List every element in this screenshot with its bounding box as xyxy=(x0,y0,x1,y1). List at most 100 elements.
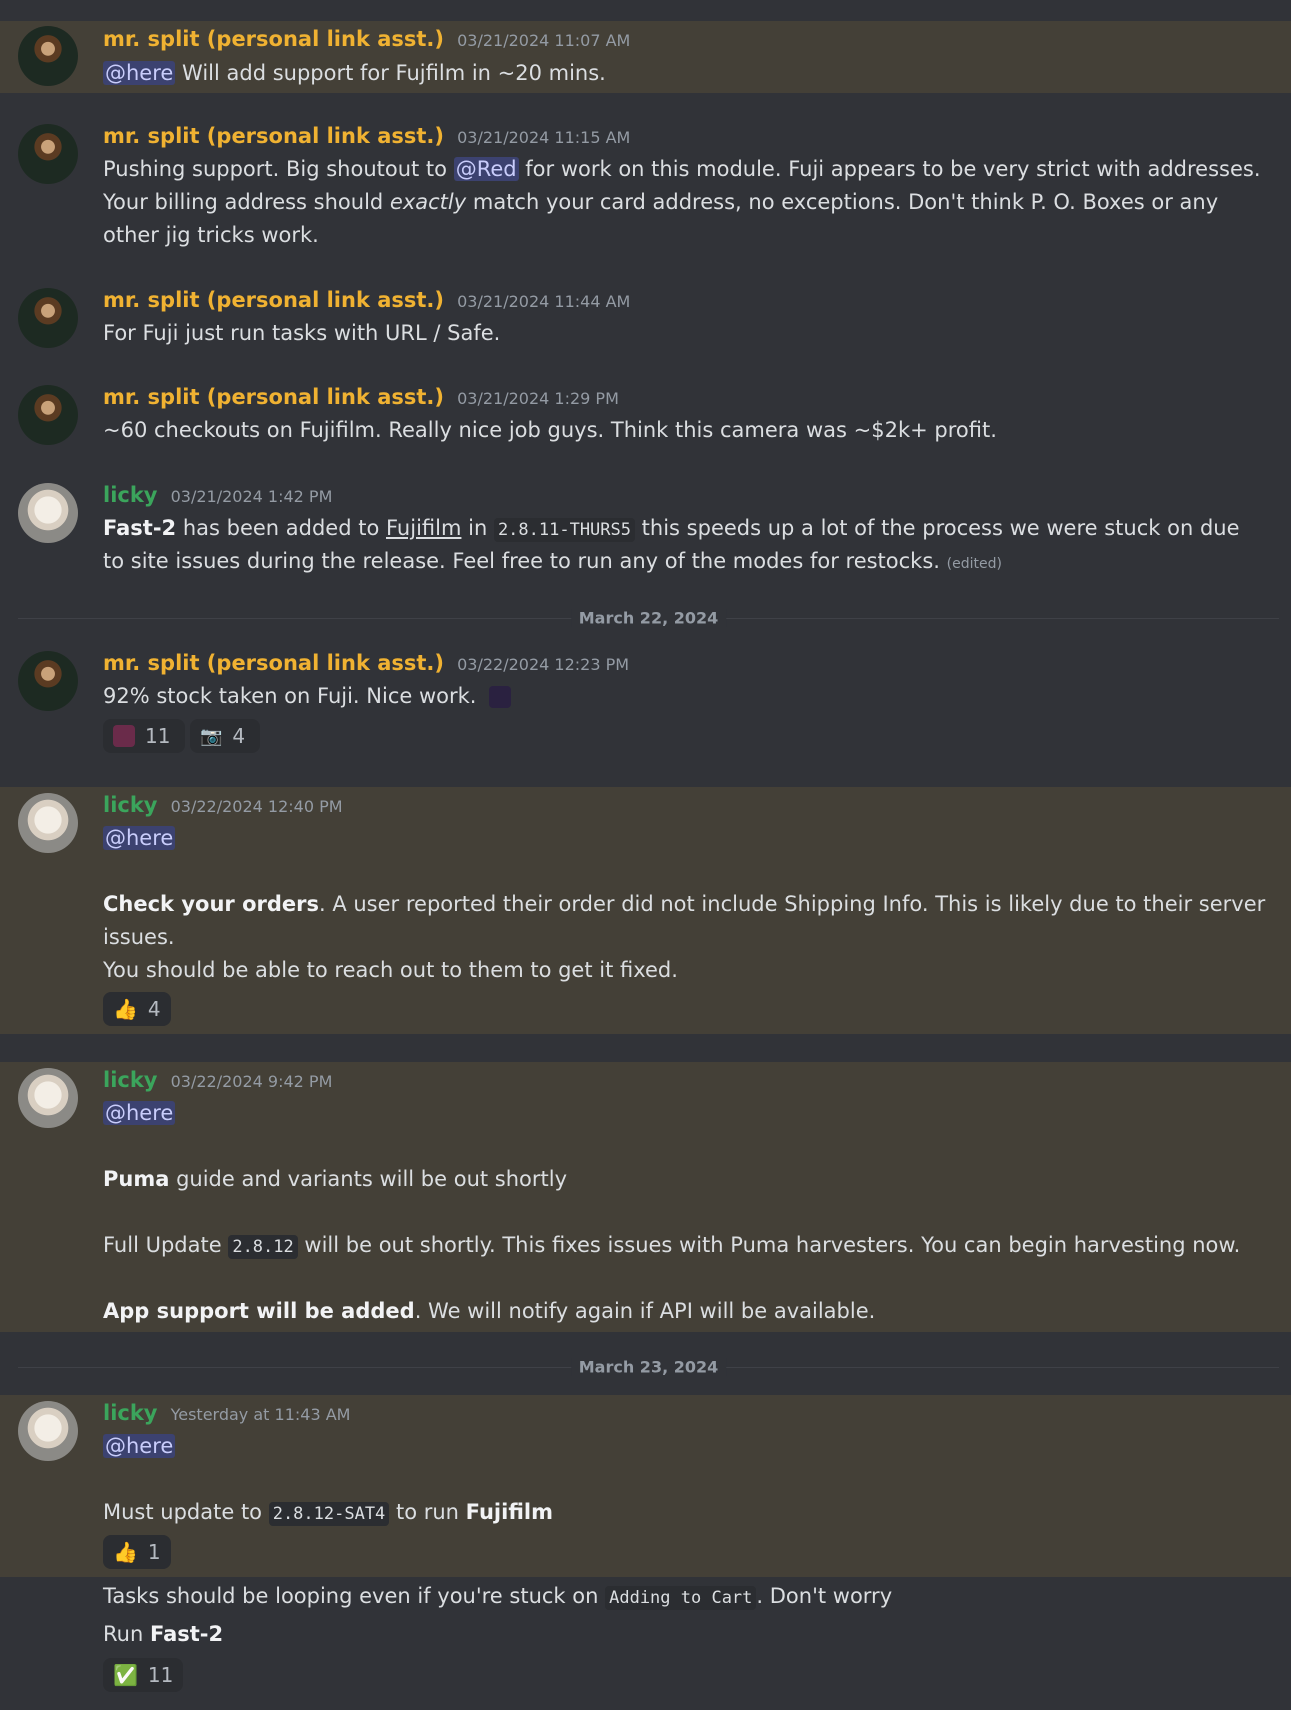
mention-here[interactable]: @here xyxy=(103,826,176,850)
username[interactable]: licky xyxy=(103,1401,158,1425)
version-code: 2.8.11-THURS5 xyxy=(493,518,635,542)
reaction-count: 11 xyxy=(147,1663,174,1687)
message-3: mr. split (personal link asst.) 03/21/20… xyxy=(0,282,1291,357)
reaction-count: 4 xyxy=(232,724,246,748)
message-text: For Fuji just run tasks with URL / Safe. xyxy=(103,321,501,345)
username[interactable]: licky xyxy=(103,483,158,507)
message-text: . A user reported their order did not in… xyxy=(318,892,1266,916)
mention-here[interactable]: @here xyxy=(103,1101,176,1125)
avatar[interactable] xyxy=(18,1401,78,1461)
timestamp: 03/21/2024 1:29 PM xyxy=(457,389,619,408)
message-text: has been added to xyxy=(176,516,386,540)
username[interactable]: mr. split (personal link asst.) xyxy=(103,27,444,51)
message-text: this speeds up a lot of the process we w… xyxy=(635,516,1240,540)
message-10: Tasks should be looping even if you're s… xyxy=(0,1580,1291,1710)
message-text: Must update to xyxy=(103,1500,269,1524)
date-divider: March 22, 2024 xyxy=(18,608,1279,628)
message-8: licky 03/22/2024 9:42 PM @here Puma guid… xyxy=(0,1062,1291,1332)
message-4: mr. split (personal link asst.) 03/21/20… xyxy=(0,379,1291,454)
message-text: will be out shortly. This fixes issues w… xyxy=(297,1233,1241,1257)
bold-text: Fujifilm xyxy=(465,1500,553,1524)
timestamp: 03/21/2024 1:42 PM xyxy=(170,487,333,506)
avatar[interactable] xyxy=(18,288,78,348)
reaction-button[interactable]: 👍 1 xyxy=(103,1535,171,1569)
avatar[interactable] xyxy=(18,793,78,853)
reaction-button[interactable]: ✅ 11 xyxy=(103,1658,183,1692)
bold-text: Puma xyxy=(103,1167,170,1191)
username[interactable]: mr. split (personal link asst.) xyxy=(103,288,444,312)
thumbs-up-icon: 👍 xyxy=(113,1540,138,1564)
reaction-button[interactable]: 11 xyxy=(103,719,185,753)
thumbs-up-icon: 👍 xyxy=(113,997,138,1021)
bold-text: App support will be added xyxy=(103,1299,415,1323)
message-2: mr. split (personal link asst.) 03/21/20… xyxy=(0,118,1291,258)
message-text: in xyxy=(461,516,494,540)
version-code: 2.8.12-SAT4 xyxy=(268,1502,390,1526)
message-text: Pushing support. Big shoutout to xyxy=(103,157,454,181)
message-text: for work on this module. Fuji appears to… xyxy=(518,157,1261,181)
status-code: Adding to Cart xyxy=(605,1586,757,1610)
message-text: Will add support for Fujfilm in ~20 mins… xyxy=(182,61,606,85)
message-text: . Don't worry xyxy=(756,1584,893,1608)
timestamp: 03/21/2024 11:15 AM xyxy=(457,128,631,147)
edited-label: (edited) xyxy=(946,556,1002,572)
version-code: 2.8.12 xyxy=(228,1235,298,1259)
message-text: match your card address, no exceptions. … xyxy=(466,190,1219,214)
avatar[interactable] xyxy=(18,26,78,86)
message-6: mr. split (personal link asst.) 03/22/20… xyxy=(0,645,1291,760)
timestamp: Yesterday at 11:43 AM xyxy=(170,1405,351,1424)
timestamp: 03/21/2024 11:07 AM xyxy=(457,31,631,50)
bold-text: Fast-2 xyxy=(149,1622,224,1646)
date-divider: March 23, 2024 xyxy=(18,1357,1279,1377)
message-5: licky 03/21/2024 1:42 PM Fast-2 has been… xyxy=(0,477,1291,587)
emphasis-text: exactly xyxy=(389,190,467,214)
avatar[interactable] xyxy=(18,385,78,445)
timestamp: 03/21/2024 11:44 AM xyxy=(457,292,631,311)
message-text: Your billing address should xyxy=(103,190,390,214)
username[interactable]: licky xyxy=(103,793,158,817)
message-text: You should be able to reach out to them … xyxy=(103,958,678,982)
reaction-count: 1 xyxy=(147,1540,161,1564)
message-text: . We will notify again if API will be av… xyxy=(414,1299,876,1323)
message-text: other jig tricks work. xyxy=(103,223,319,247)
message-text: guide and variants will be out shortly xyxy=(169,1167,568,1191)
message-text: Full Update xyxy=(103,1233,229,1257)
bold-text: Fast-2 xyxy=(103,516,177,540)
reaction-button[interactable]: 📷 4 xyxy=(190,719,260,753)
reaction-count: 4 xyxy=(147,997,161,1021)
custom-emoji-icon xyxy=(113,725,135,747)
avatar[interactable] xyxy=(18,483,78,543)
camera-icon: 📷 xyxy=(200,725,223,747)
message-text: Run xyxy=(103,1622,150,1646)
username[interactable]: mr. split (personal link asst.) xyxy=(103,124,444,148)
message-9: licky Yesterday at 11:43 AM @here Must u… xyxy=(0,1395,1291,1577)
timestamp: 03/22/2024 9:42 PM xyxy=(170,1072,333,1091)
message-text: Tasks should be looping even if you're s… xyxy=(103,1584,606,1608)
reaction-count: 11 xyxy=(145,724,171,748)
message-text: to run xyxy=(389,1500,466,1524)
check-mark-icon: ✅ xyxy=(113,1663,138,1687)
avatar[interactable] xyxy=(18,1068,78,1128)
date-divider-label: March 22, 2024 xyxy=(570,608,727,628)
username[interactable]: mr. split (personal link asst.) xyxy=(103,385,444,409)
fujifilm-link[interactable]: Fujifilm xyxy=(386,516,461,540)
timestamp: 03/22/2024 12:23 PM xyxy=(457,655,630,674)
date-divider-label: March 23, 2024 xyxy=(570,1357,727,1377)
message-1: mr. split (personal link asst.) 03/21/20… xyxy=(0,21,1291,93)
mention-here[interactable]: @here xyxy=(103,61,176,85)
timestamp: 03/22/2024 12:40 PM xyxy=(170,797,343,816)
username[interactable]: mr. split (personal link asst.) xyxy=(103,651,444,675)
avatar[interactable] xyxy=(18,651,78,711)
mention-red[interactable]: @Red xyxy=(453,157,519,181)
avatar[interactable] xyxy=(18,124,78,184)
mention-here[interactable]: @here xyxy=(103,1434,176,1458)
custom-emoji-icon xyxy=(489,686,512,708)
reaction-button[interactable]: 👍 4 xyxy=(103,992,171,1026)
message-text: ~60 checkouts on Fujifilm. Really nice j… xyxy=(103,418,997,442)
message-text: to site issues during the release. Feel … xyxy=(103,549,940,573)
message-text: 92% stock taken on Fuji. Nice work. xyxy=(103,684,477,708)
username[interactable]: licky xyxy=(103,1068,158,1092)
message-text: issues. xyxy=(103,925,175,949)
message-7: licky 03/22/2024 12:40 PM @here Check yo… xyxy=(0,787,1291,1034)
bold-text: Check your orders xyxy=(103,892,319,916)
